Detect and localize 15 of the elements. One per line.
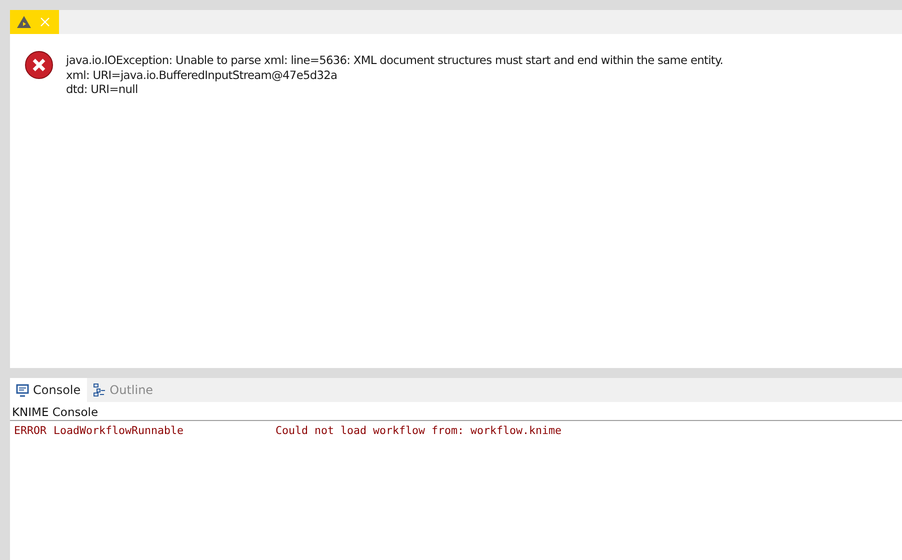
outline-icon	[92, 383, 106, 397]
error-message-line: dtd: URI=null	[66, 82, 139, 96]
error-message-line: xml: URI=java.io.BufferedInputStream@47e5d32a	[66, 68, 338, 82]
monitor-icon	[16, 384, 29, 396]
log-source: LoadWorkflowRunnable	[54, 424, 185, 437]
error-icon	[24, 50, 54, 80]
tab-label: Outline	[110, 383, 154, 397]
log-message: Could not load workflow from: workflow.knime	[276, 424, 562, 437]
error-message-line: java.io.IOException: Unable to parse xml: line=5636: XML document structures must start and end within the same entity.	[66, 53, 724, 68]
tab-label: Console	[33, 383, 81, 397]
warning-triangle-icon	[16, 15, 32, 29]
console-title: KNIME Console	[10, 402, 902, 421]
editor-tab[interactable]	[10, 10, 59, 34]
log-level: ERROR	[14, 424, 47, 437]
view-tab[interactable]: Console	[10, 378, 87, 402]
